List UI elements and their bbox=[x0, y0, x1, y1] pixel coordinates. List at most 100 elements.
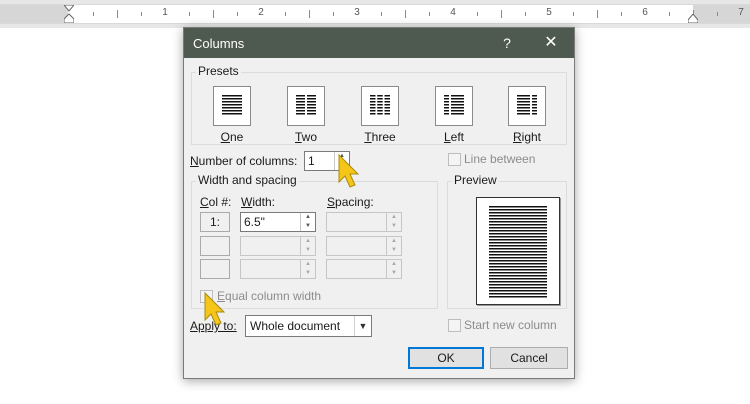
apply-to-value[interactable]: Whole document bbox=[250, 319, 340, 333]
spacing-header: Spacing: bbox=[327, 195, 374, 209]
width-header: Width: bbox=[241, 195, 276, 209]
preview-text-lines bbox=[489, 206, 547, 298]
preview-line bbox=[489, 257, 547, 259]
preview-line bbox=[489, 263, 547, 265]
ruler-number: 6 bbox=[642, 7, 648, 18]
ruler-tick bbox=[621, 12, 622, 16]
preset-right[interactable]: Right bbox=[497, 86, 557, 144]
spin-up-icon[interactable]: ▲ bbox=[301, 237, 315, 246]
spin-up-icon[interactable]: ▲ bbox=[301, 260, 315, 269]
preset-two-icon[interactable] bbox=[287, 86, 325, 126]
ruler-tick bbox=[213, 10, 214, 18]
preview-line bbox=[489, 260, 547, 262]
preset-three-icon[interactable] bbox=[361, 86, 399, 126]
preset-two[interactable]: Two bbox=[276, 86, 336, 144]
ruler-number: 4 bbox=[450, 7, 456, 18]
preview-line bbox=[489, 293, 547, 295]
preview-line bbox=[489, 209, 547, 211]
ruler-tick bbox=[597, 10, 598, 18]
help-button[interactable]: ? bbox=[494, 28, 520, 58]
ruler-tick bbox=[501, 10, 502, 18]
width-spacing-legend: Width and spacing bbox=[196, 173, 299, 187]
preview-line bbox=[489, 272, 547, 274]
preview-line bbox=[489, 212, 547, 214]
apply-to-select[interactable]: Whole document ▼ bbox=[245, 315, 372, 337]
preset-left[interactable]: Left bbox=[424, 86, 484, 144]
ruler-number: 1 bbox=[162, 7, 168, 18]
preview-group: Preview bbox=[447, 173, 567, 309]
dialog-titlebar[interactable]: Columns ? ✕ bbox=[184, 28, 574, 58]
ruler-strip: 1 2 3 4 5 6 7 bbox=[0, 0, 750, 28]
width-value-1[interactable]: 6.5" bbox=[244, 215, 265, 229]
spin-up-icon[interactable]: ▲ bbox=[387, 237, 401, 246]
ruler-tick bbox=[405, 10, 406, 18]
width-spinner-2[interactable]: ▲ ▼ bbox=[240, 236, 316, 256]
spacing-spinner-3[interactable]: ▲ ▼ bbox=[326, 259, 402, 279]
columns-dialog: Columns ? ✕ Presets One Two Three Left R… bbox=[183, 27, 575, 379]
spin-down-icon[interactable]: ▼ bbox=[387, 222, 401, 231]
start-new-column-label: Start new column bbox=[464, 318, 557, 332]
preset-one-label: ne bbox=[229, 130, 244, 144]
column-number-3 bbox=[200, 259, 230, 279]
line-between-checkbox[interactable] bbox=[448, 153, 461, 166]
ruler-number: 3 bbox=[354, 7, 360, 18]
ruler-tick bbox=[117, 10, 118, 18]
width-spinner-1[interactable]: 6.5" ▲ ▼ bbox=[240, 212, 316, 232]
ruler-tick bbox=[669, 12, 670, 16]
horizontal-ruler[interactable]: 1 2 3 4 5 6 7 bbox=[0, 4, 750, 24]
preview-line bbox=[489, 218, 547, 220]
ruler-number: 7 bbox=[738, 7, 744, 18]
ruler-tick bbox=[381, 12, 382, 16]
spin-up-icon[interactable]: ▲ bbox=[387, 213, 401, 222]
equal-column-width-label: Equal column width bbox=[217, 289, 322, 303]
preview-line bbox=[489, 290, 547, 292]
cancel-button[interactable]: Cancel bbox=[490, 347, 568, 369]
spin-up-icon[interactable]: ▲ bbox=[301, 213, 315, 222]
chevron-down-icon[interactable]: ▼ bbox=[354, 316, 371, 336]
preset-left-icon[interactable] bbox=[435, 86, 473, 126]
right-indent-icon[interactable] bbox=[688, 14, 698, 23]
number-of-columns-value[interactable]: 1 bbox=[308, 154, 315, 168]
ruler-tick bbox=[525, 12, 526, 16]
start-new-column-checkbox[interactable] bbox=[448, 319, 461, 332]
preset-left-label-u: L bbox=[443, 130, 451, 144]
spin-down-icon[interactable]: ▼ bbox=[301, 222, 315, 231]
first-line-indent-icon[interactable] bbox=[64, 5, 74, 23]
width-spinner-3[interactable]: ▲ ▼ bbox=[240, 259, 316, 279]
spacing-spinner-1[interactable]: ▲ ▼ bbox=[326, 212, 402, 232]
preview-line bbox=[489, 296, 547, 298]
preview-line bbox=[489, 233, 547, 235]
preview-line bbox=[489, 221, 547, 223]
pointer-cursor-icon bbox=[338, 153, 360, 188]
preview-line bbox=[489, 251, 547, 253]
spin-down-icon[interactable]: ▼ bbox=[301, 269, 315, 278]
preset-one-icon[interactable] bbox=[213, 86, 251, 126]
presets-legend: Presets bbox=[196, 64, 241, 78]
preset-two-label-u: T bbox=[294, 130, 302, 144]
presets-group: Presets One Two Three Left Right bbox=[191, 64, 567, 145]
preset-one[interactable]: One bbox=[202, 86, 262, 144]
spin-up-icon[interactable]: ▲ bbox=[387, 260, 401, 269]
preset-two-label: wo bbox=[301, 130, 317, 144]
preview-line bbox=[489, 236, 547, 238]
preview-legend: Preview bbox=[452, 173, 499, 187]
preset-three[interactable]: Three bbox=[350, 86, 410, 144]
preview-page bbox=[476, 197, 560, 305]
preview-line bbox=[489, 245, 547, 247]
width-spacing-group: Width and spacing Col #: Width: Spacing:… bbox=[191, 173, 438, 309]
preview-line bbox=[489, 206, 547, 208]
spacing-spinner-2[interactable]: ▲ ▼ bbox=[326, 236, 402, 256]
line-between-label: Line between bbox=[464, 152, 536, 166]
preview-line bbox=[489, 248, 547, 250]
spin-down-icon[interactable]: ▼ bbox=[387, 269, 401, 278]
preset-right-icon[interactable] bbox=[508, 86, 546, 126]
column-number-2 bbox=[200, 236, 230, 256]
spin-down-icon[interactable]: ▼ bbox=[301, 246, 315, 255]
close-button[interactable]: ✕ bbox=[536, 28, 566, 58]
ruler-tick bbox=[141, 12, 142, 16]
ruler-tick bbox=[477, 12, 478, 16]
spin-down-icon[interactable]: ▼ bbox=[387, 246, 401, 255]
ok-button[interactable]: OK bbox=[408, 347, 484, 369]
pointer-cursor-icon bbox=[204, 291, 226, 326]
dialog-title: Columns bbox=[193, 36, 245, 51]
